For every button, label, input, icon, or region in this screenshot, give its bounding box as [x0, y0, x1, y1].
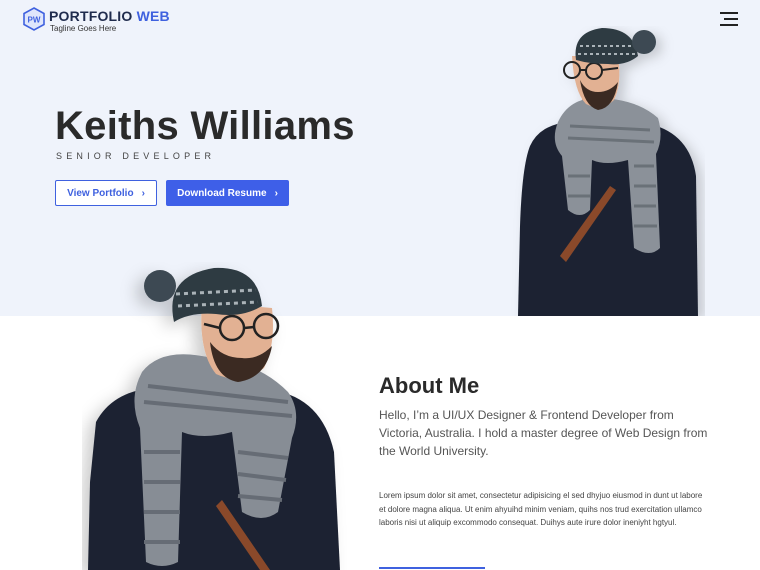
- download-resume-button[interactable]: Download Resume ›: [166, 180, 289, 206]
- view-portfolio-button[interactable]: View Portfolio ›: [55, 180, 157, 206]
- hero-role: SENIOR DEVELOPER: [56, 151, 216, 161]
- logo-icon: PW: [23, 7, 45, 31]
- svg-text:PW: PW: [28, 16, 41, 25]
- about-body: Lorem ipsum dolor sit amet, consectetur …: [379, 491, 703, 527]
- logo-title: PORTFOLIO WEB: [49, 8, 170, 24]
- about-portrait-photo: [88, 267, 340, 570]
- hamburger-menu-icon[interactable]: [720, 12, 738, 26]
- about-cta-underline[interactable]: [379, 567, 485, 569]
- chevron-right-icon: ›: [274, 187, 278, 199]
- site-logo[interactable]: PW PORTFOLIO WEB Tagline Goes Here: [23, 7, 170, 33]
- about-intro: Hello, I’m a UI/UX Designer & Frontend D…: [379, 408, 708, 458]
- about-title: About Me: [379, 373, 480, 398]
- chevron-right-icon: ›: [141, 187, 145, 199]
- hero-name: Keiths Williams: [55, 104, 355, 148]
- hero-portrait-photo: [518, 28, 698, 316]
- logo-tagline: Tagline Goes Here: [50, 24, 117, 33]
